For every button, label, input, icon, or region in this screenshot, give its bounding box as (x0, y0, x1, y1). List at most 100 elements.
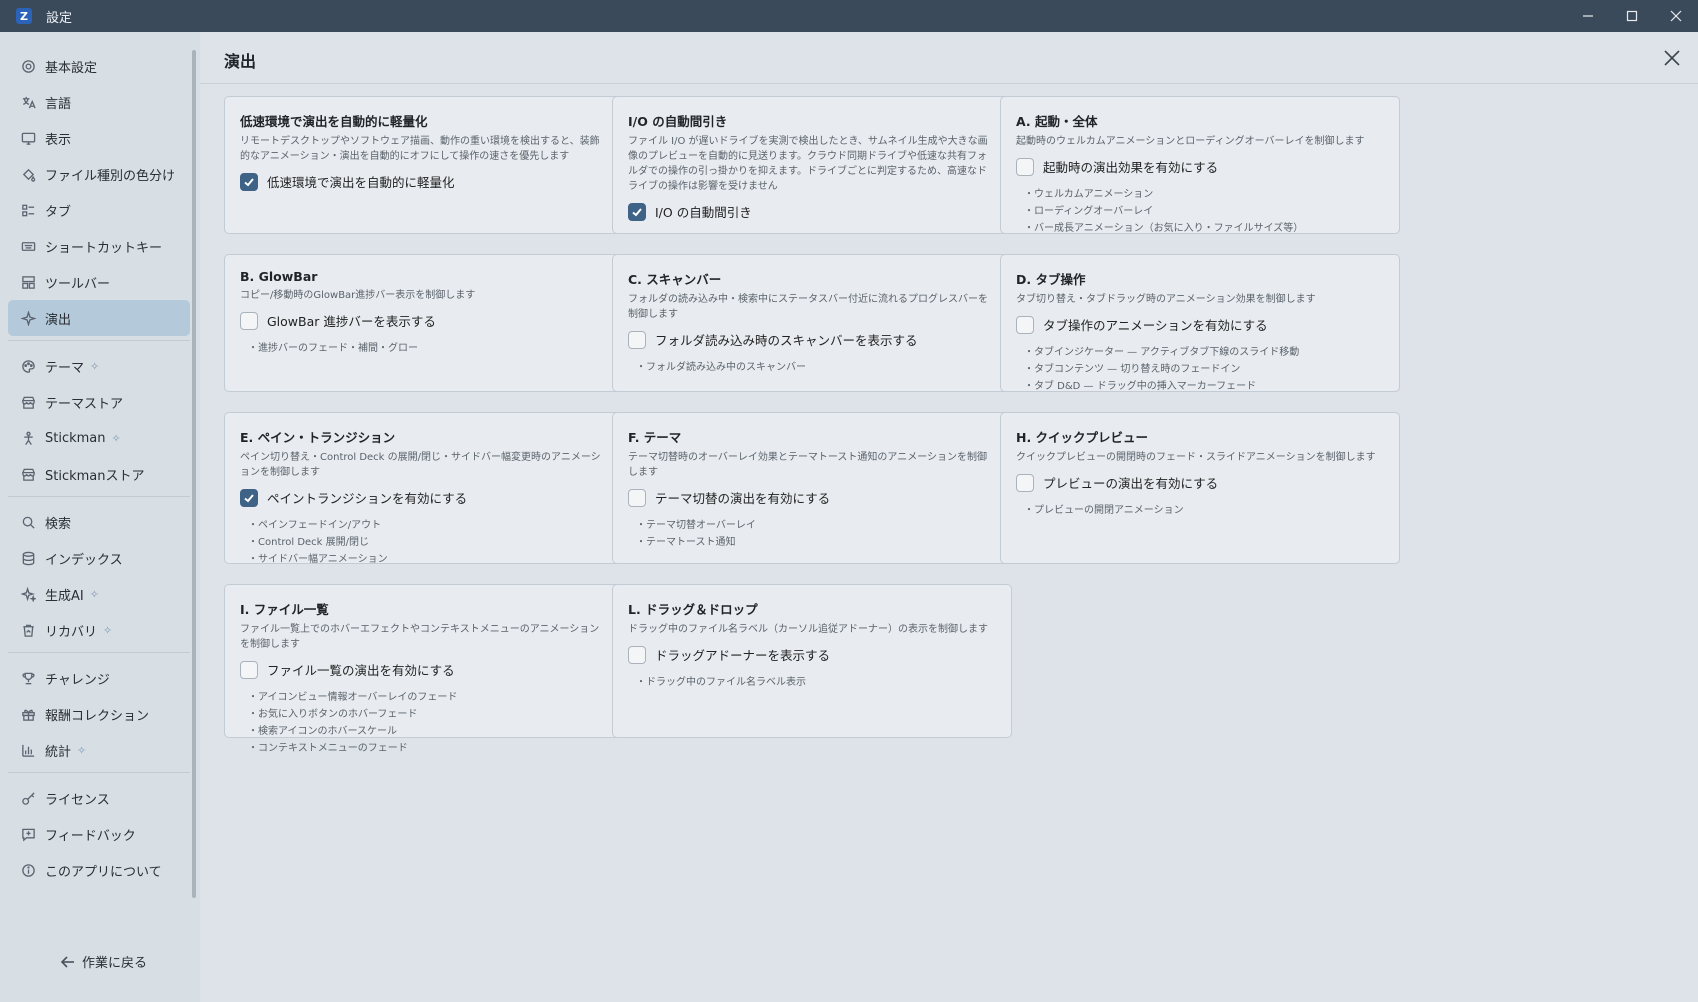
new-sparkle-icon: ✧ (103, 623, 113, 637)
setting-checkbox-row[interactable]: テーマ切替の演出を有効にする (628, 488, 996, 507)
feature-list-item: Control Deck 展開/閉じ (248, 534, 608, 551)
new-sparkle-icon: ✧ (111, 431, 121, 445)
checkbox-unchecked[interactable] (628, 645, 646, 664)
sidebar-item-label: Stickman (45, 430, 106, 446)
feature-list-item: プレビューの開閉アニメーション (1024, 502, 1384, 519)
sidebar-item-17[interactable]: 報酬コレクション (8, 696, 190, 732)
setting-checkbox-row[interactable]: ファイル一覧の演出を有効にする (240, 660, 608, 679)
sidebar-item-12[interactable]: 検索 (8, 504, 190, 540)
checkbox-unchecked[interactable] (1016, 473, 1034, 492)
setting-card: C. スキャンバー フォルダの読み込み中・検索中にステータスバー付近に流れるプログ… (612, 254, 1012, 392)
checkbox-unchecked[interactable] (1016, 157, 1034, 176)
sidebar-item-9[interactable]: テーマストア (8, 384, 190, 420)
close-window-button[interactable] (1654, 0, 1698, 32)
sidebar-item-15[interactable]: リカバリ ✧ (8, 612, 190, 648)
sidebar-item-21[interactable]: このアプリについて (8, 852, 190, 888)
sidebar-item-11[interactable]: Stickmanストア (8, 456, 190, 492)
sidebar-item-4[interactable]: タブ (8, 192, 190, 228)
sidebar-item-label: テーマ (45, 360, 85, 376)
back-to-work-button[interactable]: 作業に戻る (60, 952, 147, 971)
checkbox-unchecked[interactable] (240, 660, 258, 679)
window-controls (1566, 0, 1698, 32)
sidebar-item-5[interactable]: ショートカットキー (8, 228, 190, 264)
sidebar-item-8[interactable]: テーマ ✧ (8, 348, 190, 384)
sidebar-item-label: 基本設定 (45, 60, 98, 76)
checkbox-checked[interactable] (628, 202, 646, 221)
maximize-button[interactable] (1610, 0, 1654, 32)
sidebar-item-0[interactable]: 基本設定 (8, 48, 190, 84)
sidebar-item-1[interactable]: 言語 (8, 84, 190, 120)
close-settings-button[interactable] (1660, 46, 1684, 70)
setting-checkbox-row[interactable]: 起動時の演出効果を有効にする (1016, 157, 1384, 176)
checkbox-label: テーマ切替の演出を有効にする (655, 491, 831, 506)
setting-checkbox-row[interactable]: I/O の自動間引き (628, 202, 996, 221)
sidebar-item-20[interactable]: フィードバック (8, 816, 190, 852)
sidebar-item-2[interactable]: 表示 (8, 120, 190, 156)
setting-checkbox-row[interactable]: ドラッグアドーナーを表示する (628, 645, 996, 664)
setting-checkbox-row[interactable]: フォルダ読み込み時のスキャンバーを表示する (628, 330, 996, 349)
feature-list: ドラッグ中のファイル名ラベル表示 (628, 674, 996, 691)
sidebar: 基本設定 言語 表示 ファイル種別の色分け タブ ショートカットキー ツールバー 演出 テーマ ✧… (0, 32, 200, 1002)
sidebar-item-10[interactable]: Stickman ✧ (8, 420, 190, 456)
main-panel: 演出 低速環境で演出を自動的に軽量化 リモートデスクトップやソフトウェア描画、動作… (200, 32, 1698, 1002)
sidebar-item-label: ツールバー (45, 276, 111, 292)
back-to-work-label: 作業に戻る (82, 956, 148, 971)
new-sparkle-icon: ✧ (77, 743, 87, 757)
setting-card: A. 起動・全体 起動時のウェルカムアニメーションとローディングオーバーレイを制御… (1000, 96, 1400, 234)
sidebar-item-label: フィードバック (45, 828, 136, 844)
card-title: L. ドラッグ＆ドロップ (628, 602, 758, 617)
feature-list-item: タブインジケーター — アクティブタブ下線のスライド移動 (1024, 344, 1384, 361)
card-description: コピー/移動時のGlowBar進捗バー表示を制御します (240, 290, 476, 301)
sidebar-item-19[interactable]: ライセンス (8, 780, 190, 816)
sidebar-item-label: 演出 (45, 312, 72, 328)
sidebar-item-label: ショートカットキー (45, 240, 163, 256)
info-icon (20, 862, 36, 878)
checkbox-unchecked[interactable] (628, 330, 646, 349)
database-icon (20, 550, 36, 566)
feature-list-item: 進捗バーのフェード・補間・グロー (248, 340, 608, 357)
checkbox-unchecked[interactable] (1016, 315, 1034, 334)
sidebar-item-18[interactable]: 統計 ✧ (8, 732, 190, 768)
feature-list: タブインジケーター — アクティブタブ下線のスライド移動タブコンテンツ — 切り… (1016, 344, 1384, 395)
feature-list-item: 検索アイコンのホバースケール (248, 723, 608, 740)
sidebar-scrollbar[interactable] (192, 50, 196, 898)
setting-card: F. テーマ テーマ切替時のオーバーレイ効果とテーマトースト通知のアニメーションを… (612, 412, 1012, 564)
toolbar-grid-icon (20, 274, 36, 290)
sidebar-item-label: インデックス (45, 552, 123, 568)
checkbox-unchecked[interactable] (628, 488, 646, 507)
sidebar-divider (8, 496, 190, 497)
card-title: C. スキャンバー (628, 272, 722, 287)
feature-list-item: タブ D&D — ドラッグ中の挿入マーカーフェード (1024, 378, 1384, 395)
card-description: クイックプレビューの開閉時のフェード・スライドアニメーションを制御します (1016, 452, 1376, 463)
title-bar: Z 設定 (0, 0, 1698, 32)
sparkle-icon (20, 310, 36, 326)
checkbox-checked[interactable] (240, 488, 258, 507)
tabs-list-icon (20, 202, 36, 218)
minimize-button[interactable] (1566, 0, 1610, 32)
sidebar-item-3[interactable]: ファイル種別の色分け (8, 156, 190, 192)
sidebar-item-label: タブ (45, 204, 72, 220)
sidebar-item-13[interactable]: インデックス (8, 540, 190, 576)
feature-list-item: タブコンテンツ — 切り替え時のフェードイン (1024, 361, 1384, 378)
setting-card: I. ファイル一覧 ファイル一覧上でのホバーエフェクトやコンテキストメニューのアニ… (224, 584, 624, 754)
feature-list-item: アイコンビュー情報オーバーレイのフェード (248, 689, 608, 706)
checkbox-checked[interactable] (240, 172, 258, 191)
feature-list: テーマ切替オーバーレイテーマトースト通知 (628, 517, 996, 551)
setting-card: E. ペイン・トランジション ペイン切り替え・Control Deck の展開/閉… (224, 412, 624, 565)
sidebar-item-7[interactable]: 演出 (8, 300, 190, 336)
setting-checkbox-row[interactable]: プレビューの演出を有効にする (1016, 473, 1384, 492)
card-description: テーマ切替時のオーバーレイ効果とテーマトースト通知のアニメーションを制御します (628, 452, 987, 478)
feature-list-item: サイドバー幅アニメーション (248, 551, 608, 568)
card-title: B. GlowBar (240, 269, 318, 284)
setting-card: H. クイックプレビュー クイックプレビューの開閉時のフェード・スライドアニメーシ… (1000, 412, 1400, 564)
sidebar-item-label: 生成AI (45, 588, 84, 604)
new-sparkle-icon: ✧ (89, 587, 99, 601)
sidebar-item-6[interactable]: ツールバー (8, 264, 190, 300)
setting-checkbox-row[interactable]: ペイントランジションを有効にする (240, 488, 608, 507)
sidebar-item-14[interactable]: 生成AI ✧ (8, 576, 190, 612)
setting-checkbox-row[interactable]: 低速環境で演出を自動的に軽量化 (240, 172, 608, 191)
checkbox-unchecked[interactable] (240, 311, 258, 330)
setting-checkbox-row[interactable]: GlowBar 進捗バーを表示する (240, 311, 608, 330)
sidebar-item-16[interactable]: チャレンジ (8, 660, 190, 696)
setting-checkbox-row[interactable]: タブ操作のアニメーションを有効にする (1016, 315, 1384, 334)
